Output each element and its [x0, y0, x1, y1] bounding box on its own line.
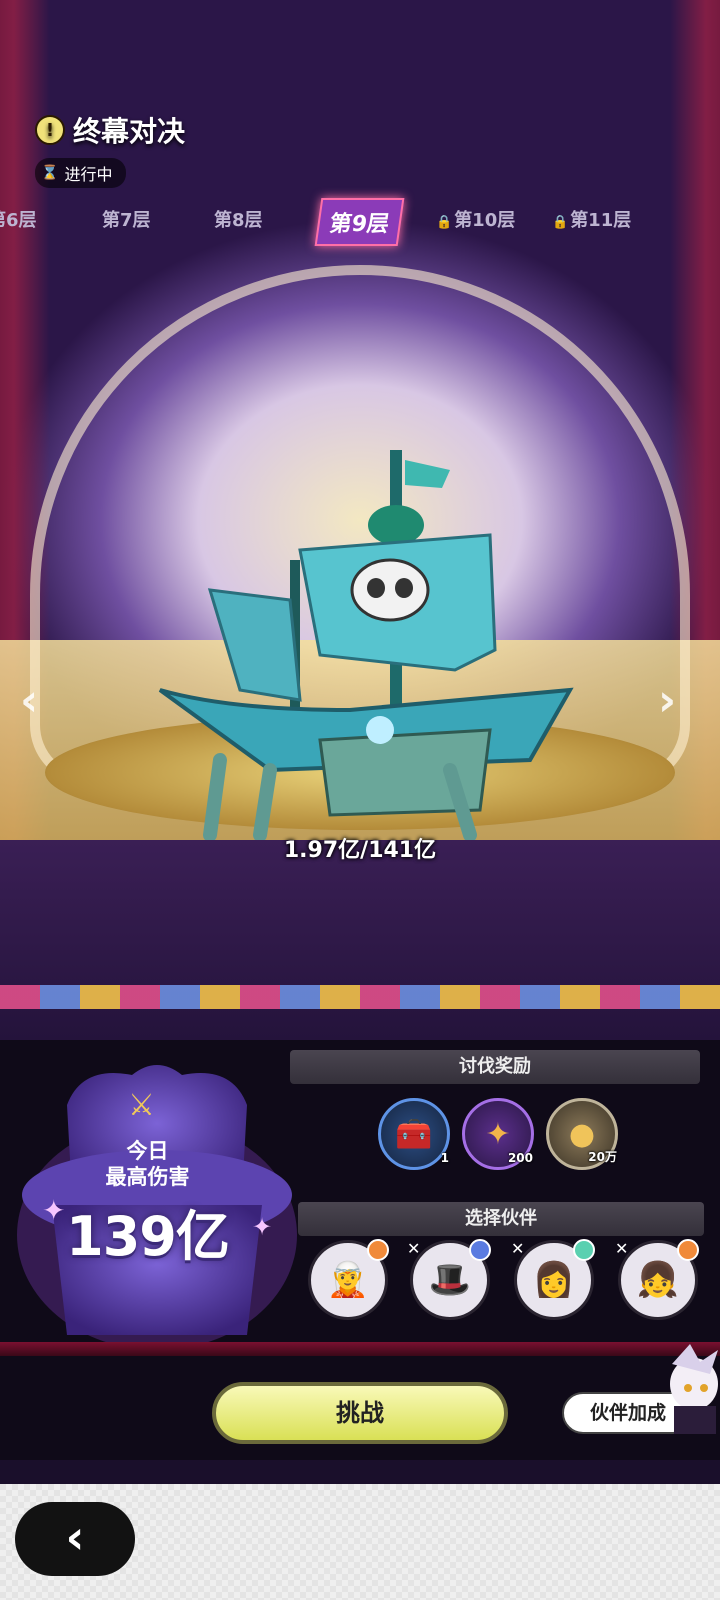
- hourglass-icon: ⌛: [41, 165, 59, 181]
- challenge-button[interactable]: 挑战: [212, 1382, 508, 1444]
- partner-avatar-icon: 🧝: [326, 1260, 370, 1300]
- event-title: 终幕对决: [73, 115, 186, 148]
- tab-floor-7[interactable]: 第7层: [102, 206, 151, 232]
- partner-slot-4[interactable]: ✕ 👧: [615, 1239, 699, 1320]
- element-icon: [367, 1239, 389, 1261]
- tab-floor-11-label: 第11层: [570, 210, 632, 231]
- tab-floor-8[interactable]: 第8层: [214, 206, 263, 232]
- tab-floor-11[interactable]: 🔒 第11层: [552, 206, 631, 232]
- tab-floor-10[interactable]: 🔒 第10层: [436, 206, 515, 232]
- next-arrow-icon[interactable]: ›: [658, 675, 676, 726]
- lock-icon: 🔒: [436, 215, 453, 230]
- back-button[interactable]: ‹: [15, 1502, 135, 1576]
- reward-count: 1: [440, 1151, 449, 1165]
- event-header: ! 终幕对决 ⌛ 进行中: [35, 110, 185, 188]
- mascot-icon: [670, 1344, 718, 1434]
- divider-strip: [0, 1342, 720, 1356]
- element-icon: [677, 1239, 699, 1261]
- reward-chest[interactable]: 🧰 1: [378, 1098, 450, 1170]
- coin-icon: ●: [568, 1116, 596, 1152]
- partner-avatar-icon: 👧: [636, 1260, 680, 1300]
- chest-icon: 🧰: [395, 1116, 433, 1152]
- crystal-icon: ✦: [485, 1116, 511, 1152]
- rewards-title: 讨伐奖励: [290, 1050, 700, 1084]
- remove-icon[interactable]: ✕: [615, 1239, 628, 1258]
- reward-coin[interactable]: ● 20万: [546, 1098, 618, 1170]
- pirate-ship-boss[interactable]: [150, 440, 580, 840]
- partners-title: 选择伙伴: [298, 1202, 704, 1236]
- stage-front: [0, 840, 720, 1040]
- crossed-swords-icon: ⚔: [128, 1088, 155, 1123]
- info-icon[interactable]: !: [35, 115, 65, 145]
- back-arrow-icon: ‹: [65, 1510, 85, 1564]
- damage-label: 今日 最高伤害: [20, 1138, 275, 1190]
- reward-crystal[interactable]: ✦ 200: [462, 1098, 534, 1170]
- element-icon: [573, 1239, 595, 1261]
- tab-floor-9[interactable]: 第9层: [314, 198, 405, 246]
- floor-selector: 第6层 第7层 第8层 第9层 🔒第10层 🔒第11层: [0, 198, 720, 246]
- partner-slot-3[interactable]: ✕ 👩: [511, 1239, 595, 1320]
- prev-arrow-icon[interactable]: ‹: [20, 675, 38, 726]
- event-title-row: ! 终幕对决: [35, 110, 185, 150]
- partner-slot-2[interactable]: ✕ 🎩: [407, 1239, 491, 1320]
- partner-avatar-icon: 👩: [532, 1260, 576, 1300]
- partner-slot-1[interactable]: 🧝: [308, 1239, 389, 1320]
- damage-label-line2: 最高伤害: [105, 1165, 190, 1189]
- remove-icon[interactable]: ✕: [511, 1239, 524, 1258]
- element-icon: [469, 1239, 491, 1261]
- status-text: 进行中: [64, 165, 113, 184]
- remove-icon[interactable]: ✕: [407, 1239, 420, 1258]
- reward-count: 20万: [588, 1150, 617, 1164]
- damage-label-line1: 今日: [126, 1139, 169, 1163]
- lock-icon: 🔒: [552, 215, 569, 230]
- status-badge: ⌛ 进行中: [35, 158, 127, 188]
- damage-value: 139亿: [66, 1205, 230, 1268]
- tab-floor-10-label: 第10层: [454, 210, 516, 231]
- boss-hp-text: 1.97亿/141亿: [283, 838, 437, 863]
- reward-count: 200: [507, 1151, 533, 1165]
- partner-avatar-icon: 🎩: [428, 1260, 472, 1300]
- tab-floor-6[interactable]: 第6层: [0, 206, 37, 232]
